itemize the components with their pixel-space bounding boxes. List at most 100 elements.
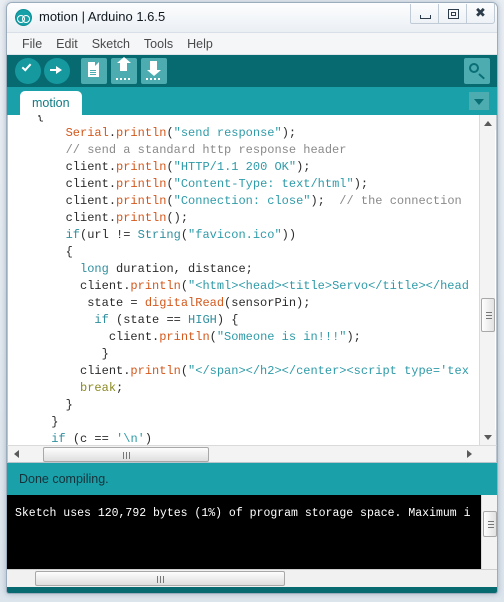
code-line: client.println(); — [8, 210, 483, 227]
tab-bar: motion — [7, 87, 497, 115]
code-line: } — [8, 414, 483, 431]
vertical-scroll-thumb[interactable] — [481, 298, 495, 332]
code-token: ); — [353, 177, 369, 191]
code-token: if — [94, 313, 109, 327]
code-line: state = digitalRead(sensorPin); — [8, 295, 483, 312]
console-h-scroll-thumb[interactable] — [35, 571, 285, 586]
tab-motion[interactable]: motion — [20, 91, 82, 115]
maximize-icon — [448, 9, 459, 19]
console-scroll-thumb[interactable] — [483, 511, 497, 537]
code-token: ( — [180, 279, 189, 293]
open-base-icon — [116, 78, 132, 80]
code-token: ( — [209, 330, 217, 344]
code-token: { — [8, 245, 73, 259]
arrow-right-icon — [50, 65, 62, 75]
code-line: client.println("Someone is in!!!"); — [8, 329, 483, 346]
verify-button[interactable] — [15, 58, 41, 84]
close-button[interactable]: ✖ — [466, 4, 495, 24]
editor-vertical-scrollbar[interactable] — [479, 115, 496, 445]
console-horizontal-scrollbar[interactable] — [7, 569, 497, 587]
code-token: '\n' — [116, 432, 145, 445]
menu-item-sketch[interactable]: Sketch — [85, 35, 137, 53]
code-token: "favicon.ico" — [188, 228, 282, 242]
code-token: ; — [116, 381, 124, 395]
code-token: if — [65, 228, 81, 242]
menu-item-help[interactable]: Help — [180, 35, 220, 53]
code-token: client. — [8, 364, 131, 378]
bottom-status-bar: 99 LinkIt ONE on COM34 — [7, 587, 497, 594]
minimize-button[interactable] — [410, 4, 439, 24]
menu-item-edit[interactable]: Edit — [49, 35, 85, 53]
upload-button[interactable] — [44, 58, 70, 84]
code-line: if(url != String("favicon.ico")) — [8, 227, 483, 244]
code-token: ( — [180, 228, 189, 242]
scroll-down-button[interactable] — [480, 430, 496, 445]
line-number: 99 — [17, 593, 30, 594]
serial-monitor-button[interactable] — [464, 58, 490, 84]
code-token: ); — [346, 330, 361, 344]
code-token: ( — [166, 194, 174, 208]
scroll-left-button[interactable] — [9, 446, 25, 462]
code-token: "Content-Type: text/html" — [173, 177, 354, 191]
window-controls: ✖ — [410, 4, 495, 24]
code-line: client.println("HTTP/1.1 200 OK"); — [8, 159, 483, 176]
open-button[interactable] — [111, 57, 137, 84]
code-token: } — [8, 347, 109, 361]
code-token: if — [51, 432, 66, 445]
console-output[interactable]: Sketch uses 120,792 bytes (1%) of progra… — [7, 495, 497, 569]
code-token: )) — [281, 228, 297, 242]
code-token: (); — [166, 211, 189, 225]
save-base-icon — [146, 78, 162, 80]
maximize-button[interactable] — [438, 4, 467, 24]
menu-bar: File Edit Sketch Tools Help — [7, 33, 497, 55]
code-token: Serial — [65, 126, 109, 140]
code-token: (state == — [108, 313, 189, 327]
code-token: ) — [144, 432, 153, 445]
code-token: println — [159, 330, 210, 344]
code-line: } — [8, 397, 483, 414]
page-icon — [88, 62, 99, 77]
code-line: Serial.println("send response"); — [8, 125, 483, 142]
code-line: { — [8, 115, 483, 125]
scroll-right-button[interactable] — [462, 446, 478, 462]
code-token: ( — [166, 126, 174, 140]
code-token: client. — [8, 194, 117, 208]
new-button[interactable] — [81, 58, 107, 84]
console-vertical-scrollbar[interactable] — [481, 495, 497, 569]
menu-item-file[interactable]: File — [15, 35, 49, 53]
save-button[interactable] — [141, 58, 167, 84]
chevron-down-icon[interactable] — [469, 92, 489, 110]
code-line: client.println("Content-Type: text/html"… — [8, 176, 483, 193]
code-editor[interactable]: { Serial.println("send response"); // se… — [7, 115, 497, 445]
arrow-up-icon — [116, 57, 131, 71]
code-line: { — [8, 244, 483, 261]
code-token: println — [130, 364, 181, 378]
code-token: println — [116, 211, 167, 225]
code-token: long — [80, 262, 109, 276]
code-text[interactable]: { Serial.println("send response"); // se… — [8, 115, 483, 445]
code-token: println — [116, 194, 167, 208]
code-token: // the connection — [339, 194, 462, 208]
arrow-down-icon — [146, 61, 161, 76]
code-token: ); — [281, 126, 297, 140]
main-window: motion | Arduino 1.6.5 ✖ File Edit Sketc… — [6, 2, 498, 594]
menu-item-tools[interactable]: Tools — [137, 35, 180, 53]
code-token: println — [116, 126, 167, 140]
code-token: } — [8, 398, 73, 412]
code-line: if (c == '\n') — [8, 431, 483, 445]
status-message: Done compiling. — [7, 463, 497, 495]
magnifier-icon — [469, 63, 479, 73]
code-line: } — [8, 346, 483, 363]
close-icon: ✖ — [475, 6, 486, 21]
horizontal-scroll-thumb[interactable] — [43, 447, 209, 462]
code-token: client. — [8, 211, 117, 225]
scroll-up-button[interactable] — [480, 115, 496, 130]
editor-horizontal-scrollbar[interactable] — [7, 445, 497, 463]
code-token: ); — [310, 194, 340, 208]
code-token: println — [116, 160, 167, 174]
